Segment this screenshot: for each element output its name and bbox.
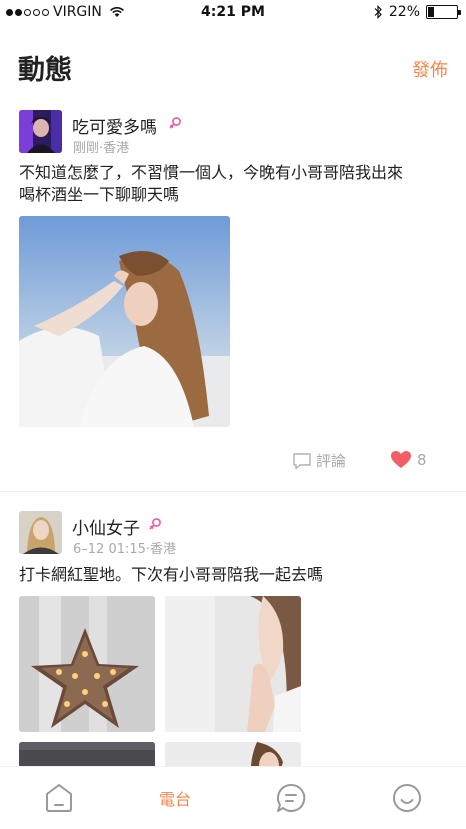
post-meta: 6–12 01:15·香港	[73, 542, 177, 557]
battery-percent: 22%	[388, 4, 420, 20]
status-right: 22%	[373, 4, 461, 20]
comment-label: 評論	[316, 452, 347, 470]
status-bar: VIRGIN 4:21 PM 22%	[0, 0, 466, 26]
comment-button[interactable]: 評論	[292, 450, 346, 471]
post-photo[interactable]	[19, 216, 230, 427]
post-actions: 評論 8	[0, 450, 466, 474]
profile-icon	[393, 784, 421, 812]
post-text: 不知道怎麼了，不習慣一個人，今晚有小哥哥陪我出來 喝杯酒坐一下聊聊天嗎	[19, 162, 447, 206]
publish-button[interactable]: 發佈	[412, 56, 448, 82]
comment-icon	[293, 452, 311, 469]
nav-radio-label: 電台	[158, 790, 191, 809]
heart-icon	[391, 451, 411, 468]
nav-messages[interactable]	[261, 781, 321, 815]
post-username[interactable]: 小仙女子	[72, 514, 140, 539]
like-count: 8	[417, 450, 427, 469]
divider	[0, 491, 466, 492]
chat-icon	[276, 783, 306, 812]
post-username[interactable]: 吃可愛多嗎	[72, 113, 157, 138]
bottom-nav: 電台	[0, 766, 466, 829]
post-text-line: 喝杯酒坐一下聊聊天嗎	[19, 185, 180, 204]
post-photo[interactable]	[19, 596, 155, 732]
avatar[interactable]	[19, 511, 62, 554]
avatar-image	[19, 110, 62, 153]
battery-icon	[426, 5, 461, 19]
home-icon	[46, 784, 72, 812]
header: 動態 發佈	[18, 44, 448, 86]
nav-radio[interactable]: 電台	[145, 781, 205, 815]
post-meta: 剛剛·香港	[73, 141, 130, 156]
nav-profile[interactable]	[377, 781, 437, 815]
avatar[interactable]	[19, 110, 62, 153]
like-button[interactable]: 8	[390, 450, 427, 469]
bluetooth-icon	[374, 5, 382, 19]
post-text-line: 不知道怎麼了，不習慣一個人，今晚有小哥哥陪我出來	[19, 163, 404, 182]
page-title: 動態	[18, 55, 72, 86]
post-photo[interactable]	[165, 596, 301, 732]
female-gender-icon	[169, 117, 181, 129]
female-gender-icon	[149, 518, 161, 530]
nav-home[interactable]	[29, 781, 89, 815]
avatar-image	[19, 511, 62, 554]
post-text: 打卡網紅聖地。下次有小哥哥陪我一起去嗎	[19, 565, 324, 584]
